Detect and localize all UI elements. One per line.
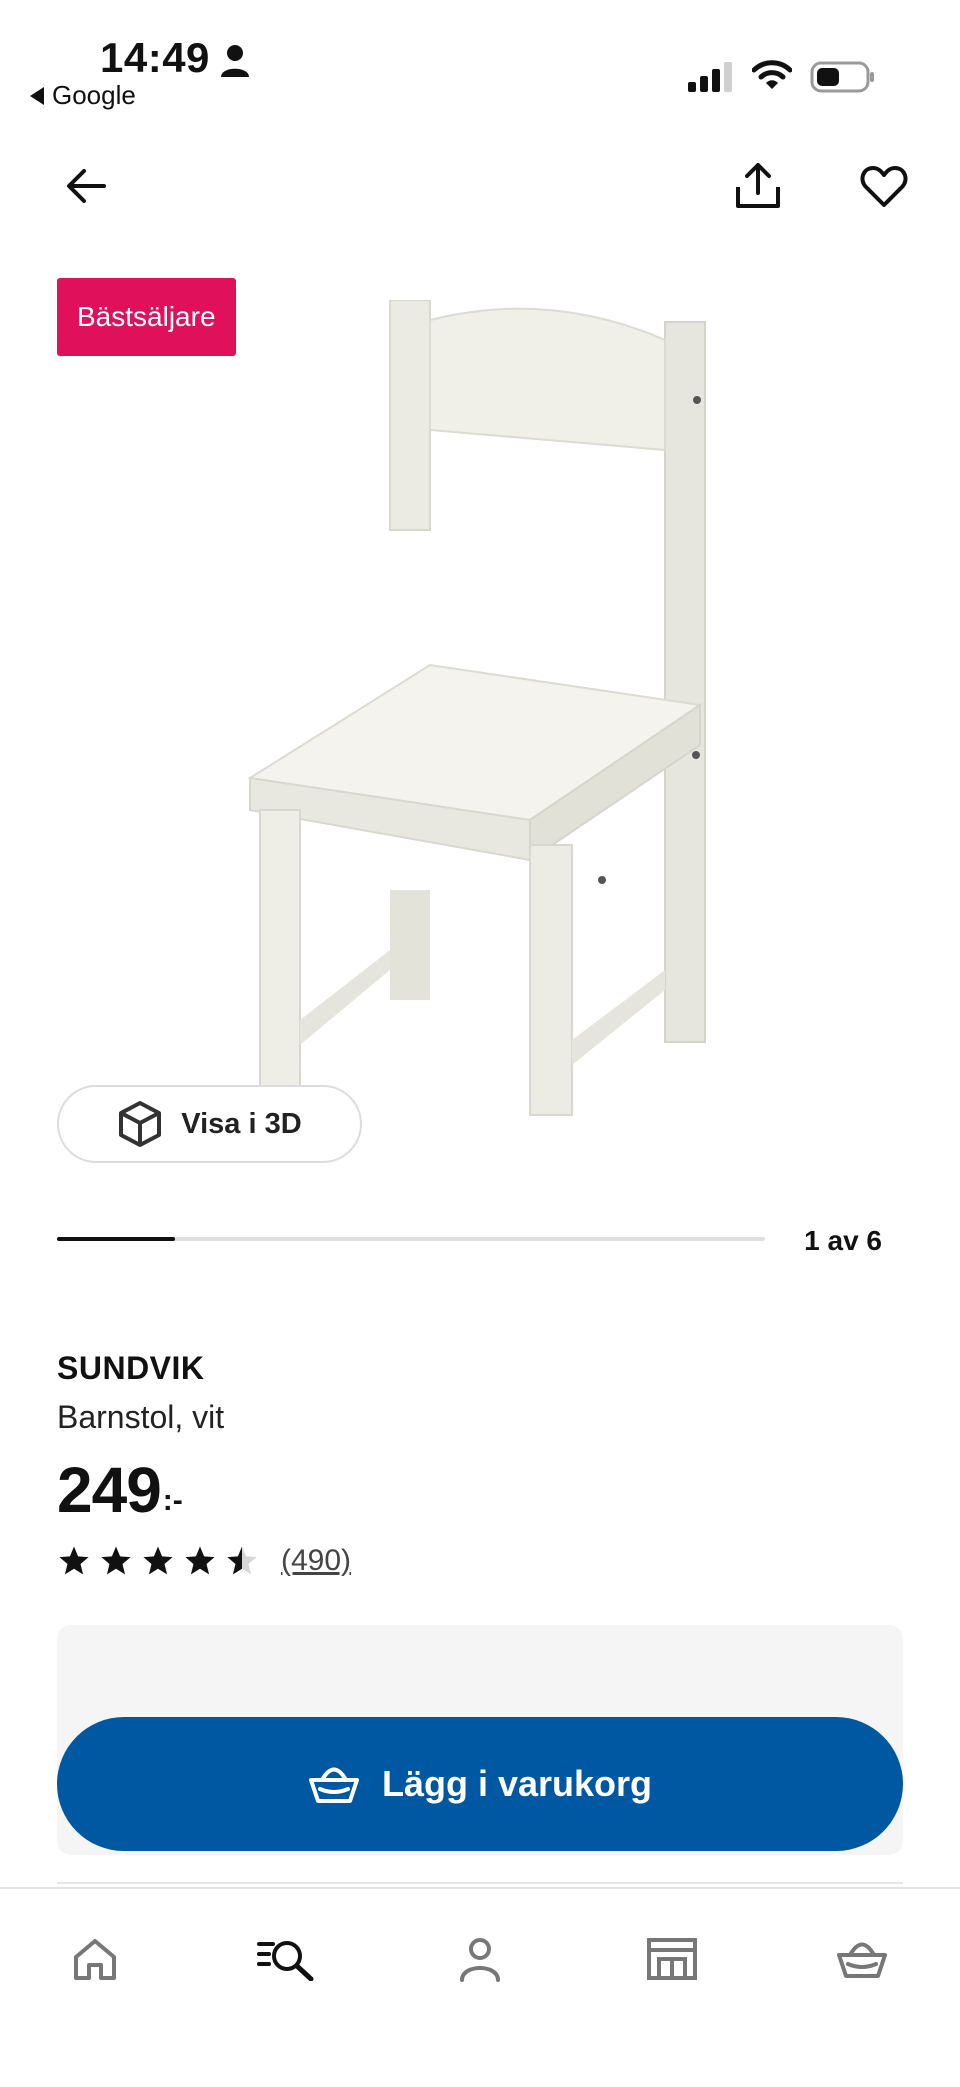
star-icon [101, 1546, 131, 1575]
tab-home[interactable] [55, 1919, 135, 1999]
next-section-edge [57, 1882, 903, 1886]
profile-icon [460, 1938, 500, 1982]
product-description: Barnstol, vit [57, 1399, 225, 1435]
add-to-cart-button[interactable]: Lägg i varukorg [57, 1717, 903, 1851]
wifi-icon [752, 60, 792, 89]
share-button[interactable] [722, 150, 794, 222]
store-icon [647, 1938, 697, 1980]
product-info: SUNDVIK Barnstol, vit 249 :- (490) [57, 1350, 907, 1578]
basket-tab-icon [837, 1942, 887, 1978]
tab-profile[interactable] [440, 1919, 520, 1999]
bestseller-badge: Bästsäljare [57, 278, 236, 356]
battery-icon [810, 61, 874, 93]
gallery-progress-fill [57, 1237, 176, 1241]
product-rating[interactable]: (490) [57, 1544, 907, 1578]
share-icon [736, 163, 780, 208]
cube-3d-icon [119, 1101, 162, 1147]
product-image-chair [247, 300, 706, 1116]
arrow-left-icon [67, 169, 106, 203]
favorite-button[interactable] [848, 150, 920, 222]
person-icon [221, 45, 249, 77]
back-triangle-icon [30, 86, 44, 105]
star-icon [59, 1546, 89, 1575]
add-to-cart-label: Lägg i varukorg [381, 1763, 653, 1804]
star-icon [185, 1546, 215, 1575]
top-nav [0, 150, 960, 222]
gallery-progress-track [57, 1237, 765, 1241]
product-name: SUNDVIK [57, 1350, 205, 1386]
half-star-icon [227, 1546, 257, 1575]
gallery-progress: 1 av 6 [57, 1225, 907, 1256]
image-counter: 1 av 6 [804, 1225, 882, 1256]
product-price: 249 :- [57, 1458, 907, 1522]
review-count-link[interactable]: (490) [281, 1544, 351, 1578]
status-bar: 14:49 Google [0, 0, 960, 120]
heart-icon [860, 166, 908, 207]
status-time: 14:49 [100, 34, 210, 81]
tab-store[interactable] [632, 1919, 712, 1999]
price-suffix: :- [162, 1484, 183, 1517]
back-to-app-link[interactable]: Google [30, 80, 136, 111]
star-icon [143, 1546, 173, 1575]
price-amount: 249 [57, 1454, 162, 1526]
view-in-3d-label: Visa i 3D [181, 1107, 302, 1140]
tab-search[interactable] [246, 1919, 326, 1999]
back-app-label: Google [52, 80, 136, 110]
basket-icon [308, 1767, 359, 1803]
product-image-gallery[interactable]: Bästsäljare Visa i 3D [0, 240, 960, 1190]
back-button[interactable] [50, 150, 122, 222]
home-icon [74, 1939, 116, 1980]
tab-basket[interactable] [822, 1919, 902, 1999]
search-icon [257, 1941, 314, 1981]
view-in-3d-button[interactable]: Visa i 3D [57, 1085, 362, 1163]
cellular-signal-icon [688, 62, 732, 92]
bottom-tab-bar [0, 1887, 960, 2087]
